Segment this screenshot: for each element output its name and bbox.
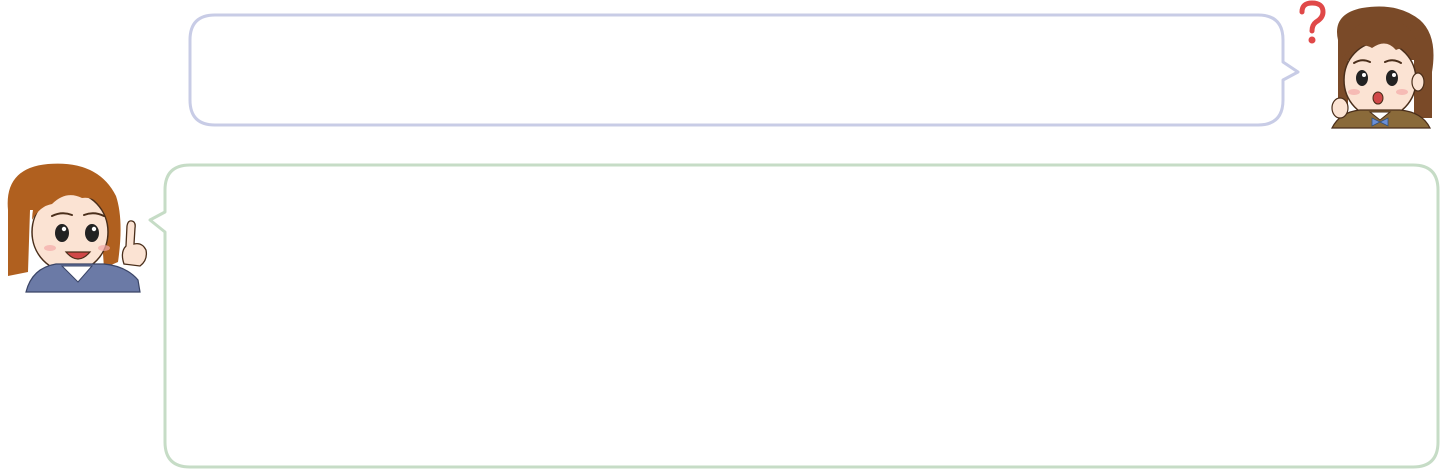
dialogue-canvas [7, 0, 1440, 469]
teacher-avatar [7, 163, 148, 293]
question-bubble [188, 13, 1300, 127]
answer-bubble [148, 163, 1440, 469]
pointing-finger-icon [121, 220, 148, 267]
question-mark-icon [1299, 0, 1326, 44]
student-avatar [1299, 0, 1434, 129]
